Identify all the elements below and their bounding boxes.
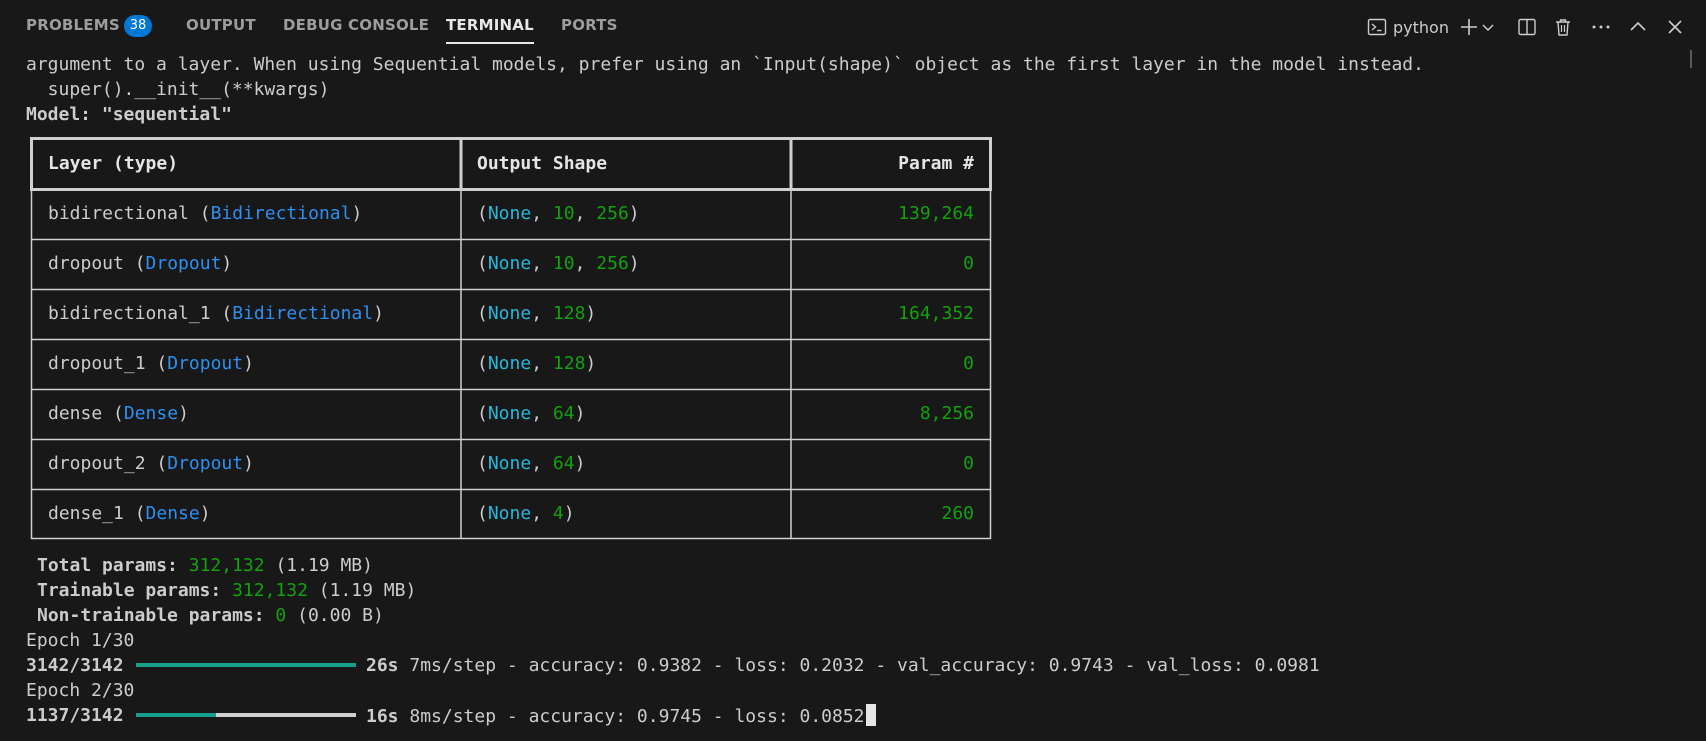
shape-dim: 128 (552, 303, 586, 324)
output-shape-cell: (None, 64) (477, 453, 586, 474)
layer-cell: dense (Dense) (48, 403, 189, 424)
output-shape-cell: (None, 128) (477, 303, 597, 324)
param-count-cell: 0 (963, 253, 974, 274)
table-frame (30, 137, 992, 540)
non-trainable-params-line: Non-trainable params: 0 (0.00 B) (37, 605, 384, 626)
shape-dim: 256 (596, 203, 629, 224)
epoch-2-progress-bar (136, 713, 356, 717)
layer-cell: dropout (Dropout) (48, 253, 233, 274)
layer-type: Dropout (167, 353, 244, 374)
shape-none: None (487, 203, 532, 224)
output-shape-cell: (None, 64) (477, 403, 586, 424)
header-param-count: Param # (898, 153, 974, 174)
shape-dim: 64 (552, 453, 575, 474)
shape-none: None (487, 353, 532, 374)
shape-dim: 4 (552, 503, 564, 524)
epoch-2-header: Epoch 2/30 (26, 680, 135, 701)
layer-type: Dropout (145, 253, 222, 274)
layer-cell: bidirectional (Bidirectional) (48, 203, 363, 224)
shape-dim: 10 (552, 203, 575, 224)
param-count-cell: 0 (963, 453, 974, 474)
layer-cell: dropout_1 (Dropout) (48, 353, 254, 374)
layer-name: dropout_2 (48, 453, 146, 474)
layer-type: Dropout (167, 453, 244, 474)
total-params-line: Total params: 312,132 (1.19 MB) (37, 555, 373, 576)
epoch-1-progress-bar (136, 663, 356, 667)
shape-dim: 64 (552, 403, 575, 424)
epoch-2-stats: 16s 8ms/step - accuracy: 0.9745 - loss: … (366, 704, 876, 729)
model-summary-table: Layer (type) Output Shape Param # bidire… (30, 137, 992, 540)
trainable-params-line: Trainable params: 312,132 (1.19 MB) (37, 580, 417, 601)
param-count-cell: 164,352 (898, 303, 974, 324)
model-name-line: Model: "sequential" (26, 104, 232, 125)
shape-dim: 128 (552, 353, 586, 374)
layer-cell: dropout_2 (Dropout) (48, 453, 254, 474)
shape-none: None (487, 303, 532, 324)
layer-type: Bidirectional (232, 303, 374, 324)
param-count-cell: 0 (963, 353, 974, 374)
layer-name: dropout_1 (48, 353, 146, 374)
epoch-1-header: Epoch 1/30 (26, 630, 135, 651)
terminal-cursor (865, 704, 876, 726)
epoch-1-stats: 26s 7ms/step - accuracy: 0.9382 - loss: … (366, 655, 1320, 676)
shape-dim: 256 (596, 253, 629, 274)
layer-name: bidirectional (48, 203, 189, 224)
param-count-cell: 8,256 (919, 403, 974, 424)
shape-none: None (487, 253, 532, 274)
output-shape-cell: (None, 128) (477, 353, 597, 374)
layer-name: dense_1 (48, 503, 124, 524)
layer-type: Bidirectional (210, 203, 352, 224)
terminal-output[interactable]: argument to a layer. When using Sequenti… (0, 0, 1706, 741)
layer-name: dropout (48, 253, 124, 274)
epoch-1-step: 3142/3142 (26, 655, 124, 676)
layer-cell: bidirectional_1 (Bidirectional) (48, 303, 384, 324)
shape-none: None (487, 403, 532, 424)
header-output-shape: Output Shape (477, 153, 608, 174)
output-shape-cell: (None, 4) (477, 503, 575, 524)
param-count-cell: 260 (941, 503, 974, 524)
epoch-2-step: 1137/3142 (26, 705, 124, 726)
layer-type: Dense (123, 403, 179, 424)
layer-name: bidirectional_1 (48, 303, 211, 324)
shape-dim: 10 (552, 253, 575, 274)
header-layer-type: Layer (type) (48, 153, 179, 174)
warning-line: argument to a layer. When using Sequenti… (26, 54, 1424, 75)
layer-cell: dense_1 (Dense) (48, 503, 211, 524)
output-shape-cell: (None, 10, 256) (477, 203, 640, 224)
layer-type: Dense (145, 503, 200, 524)
shape-none: None (487, 503, 532, 524)
shape-none: None (487, 453, 532, 474)
output-shape-cell: (None, 10, 256) (477, 253, 640, 274)
kwargs-line: super().__init__(**kwargs) (26, 79, 330, 100)
layer-name: dense (48, 403, 103, 424)
param-count-cell: 139,264 (898, 203, 974, 224)
